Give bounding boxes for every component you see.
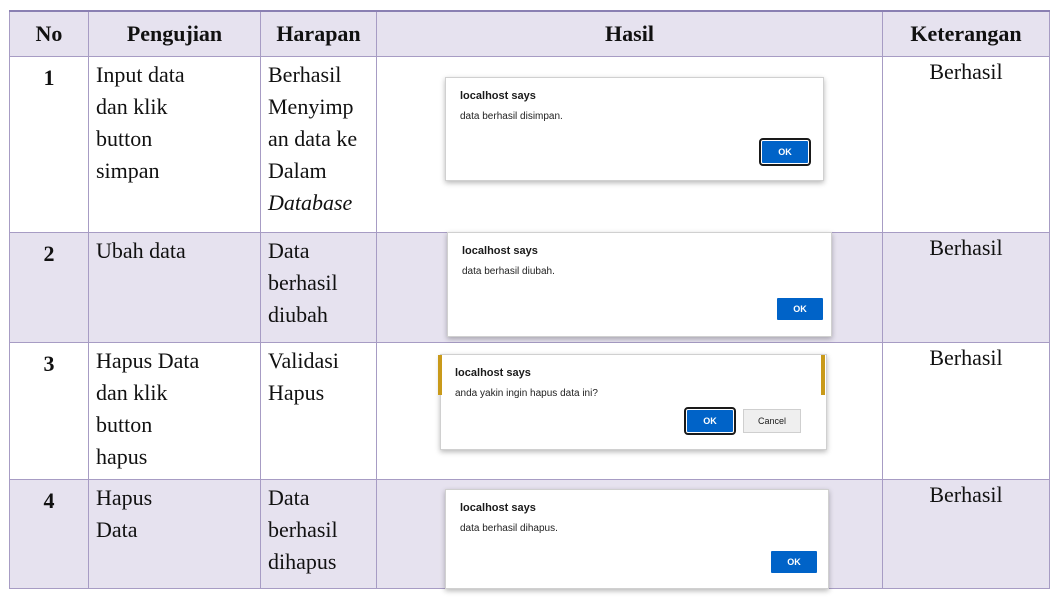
row-number: 3 (43, 351, 55, 376)
table-row: 1 Input data dan klik button simpan Berh… (9, 56, 1050, 233)
keterangan-text: Berhasil (929, 482, 1003, 507)
harapan-text: Berhasil (268, 62, 342, 87)
pengujian-text: button (96, 126, 153, 151)
alert-dialog-screenshot: localhost says data berhasil disimpan. O… (445, 77, 824, 181)
header-hasil: Hasil (376, 10, 883, 57)
pengujian-text: dan klik (96, 380, 168, 405)
harapan-text: dihapus (268, 549, 337, 574)
pengujian-text: Data (96, 517, 138, 542)
row-number: 4 (43, 488, 55, 513)
pengujian-text: Hapus (96, 485, 153, 510)
header-no: No (9, 10, 89, 57)
pengujian-text: simpan (96, 158, 160, 183)
header-pengujian: Pengujian (88, 10, 261, 57)
alert-dialog-screenshot: localhost says anda yakin ingin hapus da… (438, 354, 827, 450)
harapan-text: Database (268, 190, 353, 215)
dialog-message: data berhasil disimpan. (460, 111, 563, 122)
keterangan-text: Berhasil (929, 59, 1003, 84)
header-harapan: Harapan (260, 10, 377, 57)
pengujian-text: button (96, 412, 153, 437)
harapan-text: berhasil (268, 517, 338, 542)
table-row: 2 Ubah data Data berhasil diubah localho… (9, 232, 1050, 343)
background-edge (821, 355, 825, 395)
harapan-text: Data (268, 238, 310, 263)
harapan-text: Dalam (268, 158, 327, 183)
dialog-message: data berhasil diubah. (462, 266, 555, 277)
ok-button[interactable]: OK (759, 138, 811, 166)
test-results-table: No Pengujian Harapan Hasil Keterangan 1 … (9, 10, 1050, 589)
row-number: 1 (43, 65, 55, 90)
alert-dialog-screenshot: localhost says data berhasil dihapus. OK (445, 489, 829, 589)
background-edge (438, 355, 442, 395)
dialog-title: localhost says (455, 367, 531, 379)
keterangan-text: Berhasil (929, 235, 1003, 260)
table-row: 4 Hapus Data Data berhasil dihapus local… (9, 479, 1050, 589)
harapan-text: berhasil (268, 270, 338, 295)
row-number: 2 (43, 241, 55, 266)
dialog-title: localhost says (460, 502, 536, 514)
dialog-message: data berhasil dihapus. (460, 523, 558, 534)
table-row: 3 Hapus Data dan klik button hapus Valid… (9, 342, 1050, 480)
dialog-title: localhost says (460, 90, 536, 102)
keterangan-text: Berhasil (929, 345, 1003, 370)
pengujian-text: Ubah data (96, 238, 186, 263)
dialog-message: anda yakin ingin hapus data ini? (455, 388, 598, 399)
harapan-text: Menyimp (268, 94, 354, 119)
pengujian-text: dan klik (96, 94, 168, 119)
ok-button[interactable]: OK (684, 407, 736, 435)
ok-button[interactable]: OK (771, 551, 817, 573)
harapan-text: Validasi (268, 348, 339, 373)
pengujian-text: Hapus Data (96, 348, 200, 373)
alert-dialog-screenshot: localhost says data berhasil diubah. OK (447, 232, 832, 337)
harapan-text: Hapus (268, 380, 325, 405)
pengujian-text: hapus (96, 444, 148, 469)
harapan-text: Data (268, 485, 310, 510)
table-header-row: No Pengujian Harapan Hasil Keterangan (9, 10, 1050, 57)
harapan-text: diubah (268, 302, 328, 327)
header-keterangan: Keterangan (882, 10, 1050, 57)
dialog-title: localhost says (462, 245, 538, 257)
harapan-text: an data ke (268, 126, 358, 151)
pengujian-text: Input data (96, 62, 185, 87)
cancel-button[interactable]: Cancel (743, 409, 801, 433)
ok-button[interactable]: OK (777, 298, 823, 320)
